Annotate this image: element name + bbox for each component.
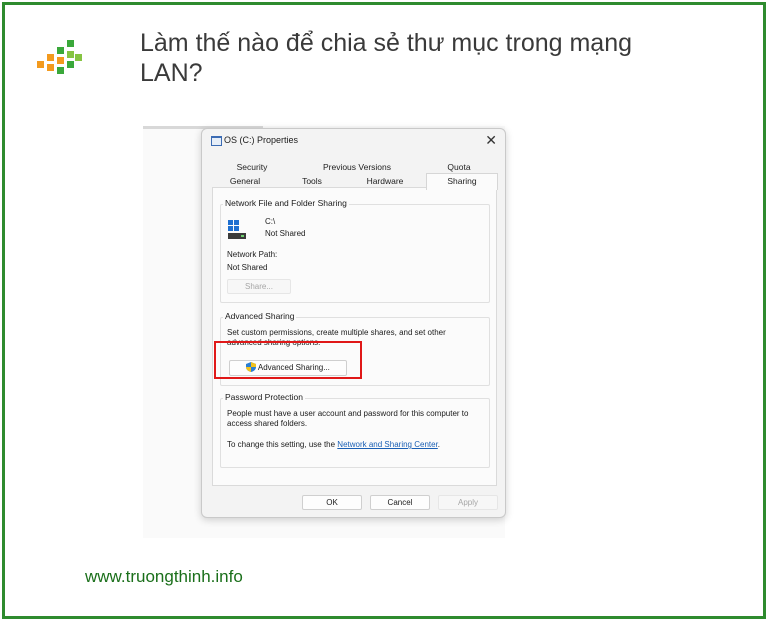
close-icon[interactable]: ✕	[485, 132, 497, 149]
password-protection-group: Password Protection People must have a u…	[220, 392, 490, 468]
dialog-titlebar: OS (C:) Properties ✕	[202, 129, 505, 153]
tab-security[interactable]: Security	[224, 161, 280, 174]
password-protection-label: Password Protection	[223, 392, 305, 402]
password-change-text: To change this setting, use the Network …	[227, 440, 440, 450]
cancel-button[interactable]: Cancel	[370, 495, 430, 510]
sharing-panel: Network File and Folder Sharing C:\ Not …	[212, 187, 497, 486]
password-protection-description: People must have a user account and pass…	[227, 409, 469, 428]
properties-dialog: OS (C:) Properties ✕ Security Previous V…	[201, 128, 506, 518]
site-logo	[37, 40, 82, 76]
tab-previous-versions[interactable]: Previous Versions	[307, 161, 407, 174]
share-button[interactable]: Share...	[227, 279, 291, 294]
network-sharing-center-link[interactable]: Network and Sharing Center	[337, 440, 438, 449]
drive-share-status: Not Shared	[265, 229, 306, 238]
dialog-title: OS (C:) Properties	[224, 135, 299, 145]
ok-button[interactable]: OK	[302, 495, 362, 510]
drive-properties-icon	[211, 136, 222, 146]
password-change-suffix: .	[437, 440, 441, 449]
network-path-label: Network Path:	[227, 250, 278, 259]
network-sharing-group: Network File and Folder Sharing C:\ Not …	[220, 198, 490, 303]
article-title: Làm thế nào để chia sẻ thư mục trong mạn…	[140, 29, 633, 87]
advanced-sharing-label: Advanced Sharing	[223, 311, 297, 321]
network-path-value: Not Shared	[227, 263, 268, 272]
highlight-box	[214, 341, 362, 379]
tab-sharing[interactable]: Sharing	[426, 173, 498, 190]
drive-path: C:\	[265, 217, 276, 226]
network-sharing-label: Network File and Folder Sharing	[223, 198, 349, 208]
apply-button[interactable]: Apply	[438, 495, 498, 510]
drive-icon	[228, 220, 246, 239]
website-url[interactable]: www.truongthinh.info	[85, 567, 243, 587]
password-change-prefix: To change this setting, use the	[227, 440, 338, 449]
